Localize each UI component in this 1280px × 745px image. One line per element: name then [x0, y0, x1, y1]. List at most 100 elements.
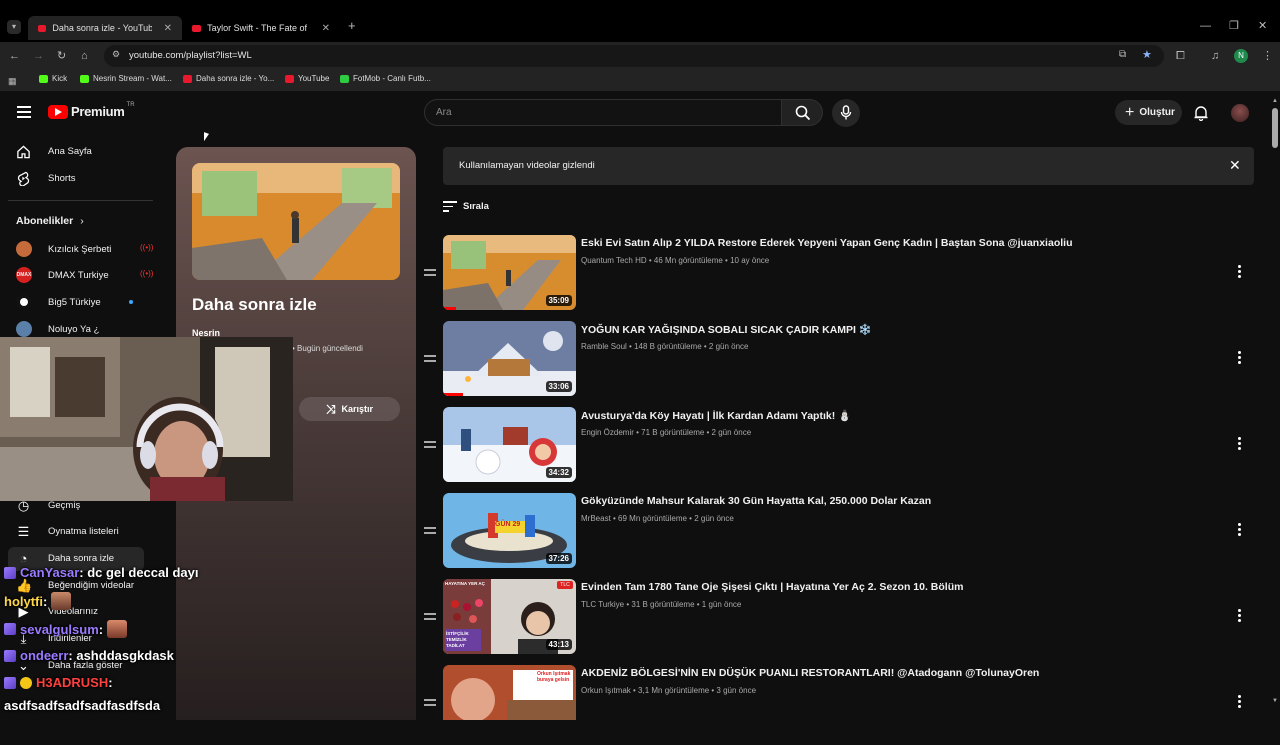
kick-badge-icon — [4, 623, 16, 635]
drag-handle-icon[interactable] — [424, 613, 436, 623]
sidebar-item-liked[interactable]: 👍 Beğendiğim videolar — [16, 578, 134, 593]
search-button[interactable] — [781, 99, 823, 126]
home-icon — [17, 145, 30, 159]
close-banner-icon[interactable]: ✕ — [1229, 157, 1241, 174]
close-tab-icon[interactable]: ✕ — [322, 23, 330, 34]
drag-handle-icon[interactable] — [424, 441, 436, 451]
bookmark-star-icon[interactable]: ★ — [1142, 48, 1152, 61]
search-icon — [795, 105, 811, 121]
channel-avatar — [16, 294, 32, 310]
bookmark-youtube[interactable]: YouTube — [285, 74, 329, 83]
hamburger-menu-icon[interactable] — [17, 106, 31, 118]
more-actions-icon[interactable] — [1238, 523, 1242, 538]
install-app-icon[interactable]: ⧉ — [1119, 49, 1126, 60]
kick-icon — [39, 74, 48, 83]
playlist-video-row[interactable]: 33:06 YOĞUN KAR YAĞIŞINDA SOBALI SICAK Ç… — [420, 321, 1260, 401]
youtube-favicon-icon — [38, 24, 47, 32]
channel-item[interactable]: DMAX DMAX Turkiye ((•)) — [16, 267, 156, 283]
playlist-video-row[interactable]: HAYATINA YER AÇ İSTİFÇİLİK TEMİZLİK TADİ… — [420, 579, 1260, 659]
close-tab-icon[interactable]: ✕ — [164, 23, 172, 34]
playlist-updated: • Bugün güncellendi — [292, 344, 363, 353]
bookmark-fotmob[interactable]: FotMob - Canlı Futb... — [340, 74, 431, 83]
search-input[interactable]: Ara — [424, 99, 782, 126]
media-control-icon[interactable]: ♫ — [1211, 49, 1219, 63]
kick-badge-icon — [4, 676, 16, 689]
chat-username: ondeerr — [20, 648, 69, 663]
profile-avatar[interactable]: N — [1234, 49, 1248, 63]
scrollbar-down-arrow-icon[interactable]: ▼ — [1272, 698, 1278, 704]
channel-item[interactable]: Kızılcık Şerbeti ((•)) — [16, 241, 156, 257]
reload-icon[interactable]: ↻ — [57, 49, 66, 63]
sidebar-item-watch-later[interactable]: ◔ Daha sonra izle — [16, 551, 114, 566]
minimize-icon[interactable]: — — [1200, 19, 1211, 33]
channel-item[interactable]: Big5 Türkiye — [16, 294, 156, 310]
bookmark-watch-later[interactable]: Daha sonra izle - Yo... — [183, 74, 274, 83]
chat-username: holytfi — [4, 593, 43, 609]
close-window-icon[interactable]: ✕ — [1258, 19, 1267, 33]
shuffle-icon: ⤨ — [325, 401, 336, 416]
voice-search-button[interactable] — [832, 99, 860, 127]
video-thumbnail[interactable]: 33:06 — [443, 321, 576, 396]
tab-taylor-swift[interactable]: Taylor Swift - The Fate of Ophel ✕ — [182, 16, 340, 40]
hidden-videos-banner: Kullanılamayan videolar gizlendi ✕ — [443, 147, 1254, 185]
restore-icon[interactable]: ❐ — [1229, 19, 1239, 33]
bookmark-kick[interactable]: Kick — [39, 74, 67, 83]
home-browser-icon[interactable]: ⌂ — [81, 49, 88, 63]
browser-toolbar: ← → ↻ ⌂ ⚙ youtube.com/playlist?list=WL ⧉… — [0, 42, 1280, 70]
chat-message: asdfsadfsadfsadfasdfsda — [4, 698, 161, 713]
video-thumbnail[interactable]: GÜN 29 37:26 — [443, 493, 576, 568]
sidebar-item-shorts[interactable]: Shorts — [16, 171, 75, 186]
subscriptions-header[interactable]: Abonelikler › — [16, 215, 84, 227]
playlist-video-row[interactable]: Orkun Işıtmak buraya gelsin AKDENİZ BÖLG… — [420, 665, 1260, 745]
drag-handle-icon[interactable] — [424, 527, 436, 537]
drag-handle-icon[interactable] — [424, 355, 436, 365]
playlists-icon: ☰ — [17, 524, 30, 539]
video-thumbnail[interactable]: Orkun Işıtmak buraya gelsin — [443, 665, 576, 720]
more-actions-icon[interactable] — [1238, 265, 1242, 280]
channel-item[interactable]: Noluyo Ya ¿ — [16, 321, 156, 337]
sort-icon — [443, 201, 457, 212]
webcam-overlay — [0, 337, 293, 501]
create-button[interactable]: + Oluştur — [1115, 100, 1182, 125]
more-actions-icon[interactable] — [1238, 351, 1242, 366]
bookmark-nesrin-stream[interactable]: Nesrin Stream - Wat... — [80, 74, 172, 83]
watch-progress-bar — [443, 393, 463, 396]
live-icon: ((•)) — [140, 269, 154, 278]
video-thumbnail[interactable]: 35:09 — [443, 235, 576, 310]
apps-grid-icon[interactable]: ▦ — [8, 74, 17, 88]
site-info-icon[interactable]: ⚙ — [112, 49, 120, 60]
video-thumbnail[interactable]: 34:32 — [443, 407, 576, 482]
address-bar[interactable]: ⚙ youtube.com/playlist?list=WL ⧉ ★ — [104, 45, 1164, 67]
shuffle-button[interactable]: ⤨ Karıştır — [299, 397, 400, 421]
tab-list-icon[interactable]: ▾ — [7, 20, 21, 34]
account-avatar[interactable] — [1231, 104, 1249, 122]
page-scrollbar[interactable]: ▲ ▼ — [1270, 96, 1280, 720]
playlist-video-row[interactable]: 34:32 Avusturya'da Köy Hayatı | İlk Kard… — [420, 407, 1260, 487]
extensions-icon[interactable]: ⧠ — [1176, 49, 1185, 63]
scrollbar-up-arrow-icon[interactable]: ▲ — [1272, 98, 1278, 104]
drag-handle-icon[interactable] — [424, 269, 436, 279]
back-icon[interactable]: ← — [9, 49, 20, 63]
more-actions-icon[interactable] — [1238, 695, 1242, 710]
forward-icon[interactable]: → — [33, 49, 44, 63]
playlist-video-row[interactable]: GÜN 29 37:26 Gökyüzünde Mahsur Kalarak 3… — [420, 493, 1260, 573]
more-actions-icon[interactable] — [1238, 609, 1242, 624]
notifications-bell-icon[interactable] — [1193, 105, 1209, 121]
youtube-premium-logo[interactable]: Premium TR — [48, 102, 135, 119]
browser-menu-icon[interactable]: ⋮ — [1262, 49, 1273, 63]
drag-handle-icon[interactable] — [424, 699, 436, 709]
kick-badge-icon — [4, 649, 16, 662]
playlist-cover-thumbnail[interactable] — [192, 163, 400, 280]
sidebar-item-home[interactable]: Ana Sayfa — [16, 144, 92, 159]
scrollbar-thumb[interactable] — [1272, 108, 1278, 148]
more-actions-icon[interactable] — [1238, 437, 1242, 452]
chat-message: sevalgulsum : — [4, 620, 128, 638]
playlist-video-row[interactable]: 35:09 Eski Evi Satın Alıp 2 YILDA Restor… — [420, 235, 1260, 315]
tab-watch-later[interactable]: Daha sonra izle - YouTube ✕ — [28, 16, 182, 40]
youtube-favicon-icon — [192, 24, 202, 32]
new-tab-button[interactable]: + — [348, 19, 356, 33]
sidebar-item-playlists[interactable]: ☰ Oynatma listeleri — [16, 524, 119, 539]
video-thumbnail[interactable]: HAYATINA YER AÇ İSTİFÇİLİK TEMİZLİK TADİ… — [443, 579, 576, 654]
sort-button[interactable]: Sırala — [443, 201, 489, 212]
shorts-icon — [17, 171, 30, 186]
